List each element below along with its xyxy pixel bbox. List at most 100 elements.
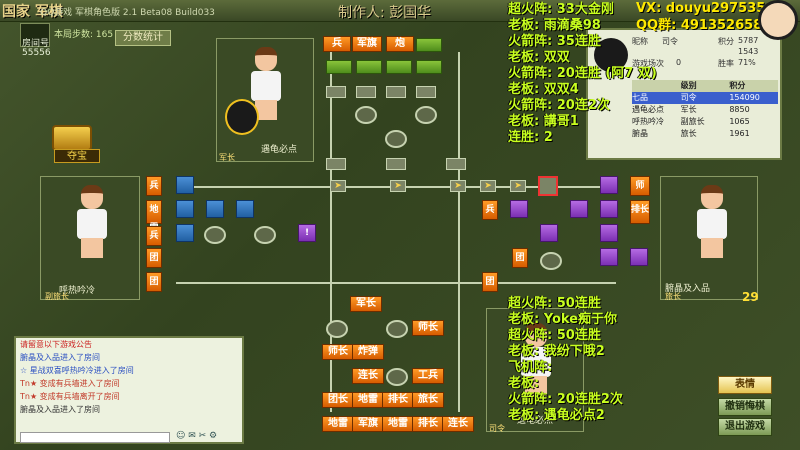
piece-bottom-3[interactable]: 师长 <box>322 344 354 360</box>
piece-bottom-12[interactable]: 军旗 <box>352 416 384 432</box>
piece-bottom-11[interactable]: 地雷 <box>322 416 354 432</box>
chat-input[interactable] <box>20 432 170 443</box>
piece-bottom-2[interactable]: 师长 <box>412 320 444 336</box>
game-window: 国家 军棋 QQ游戏 军棋角色版 2.1 Beta08 Build033 制作人… <box>0 0 800 450</box>
piece-bottom-9[interactable]: 排长 <box>382 392 414 408</box>
player-avatar-left <box>69 183 113 261</box>
undo-button[interactable]: 撤销悔棋 <box>718 398 772 416</box>
camp-left-2[interactable] <box>254 226 276 244</box>
camp-top-1[interactable] <box>355 106 377 124</box>
piece-left-7[interactable] <box>176 200 194 218</box>
piece-bottom-13[interactable]: 地雷 <box>382 416 414 432</box>
piece-top-3[interactable]: 炮 <box>386 36 414 52</box>
selected-cell[interactable] <box>538 176 558 196</box>
chat-panel: 请留意以下游戏公告 腑晶及入品进入了房间 ☆ 星战双喜呼热吟冷进入了房间 Tn★… <box>14 336 244 444</box>
camp-right-1[interactable] <box>540 252 562 270</box>
treasure-button[interactable]: 夺宝 <box>46 125 106 165</box>
chat-toolbar-icons[interactable]: ☺ ✉ ✂ ⚙ <box>176 431 217 441</box>
piece-left-1[interactable]: 兵 <box>146 176 162 196</box>
piece-left-10[interactable] <box>236 200 254 218</box>
chat-title: 请留意以下游戏公告 <box>20 340 92 349</box>
camp-top-3[interactable] <box>385 130 407 148</box>
treasure-chest-icon <box>52 125 92 151</box>
build-info: QQ游戏 军棋角色版 2.1 Beta08 Build033 <box>40 8 215 18</box>
chat-line: 腑晶及入品进入了房间 <box>20 405 100 414</box>
player-panel-right: 腑晶及入品 旅长 <box>660 176 758 301</box>
wechat-contact: VX: douyu297535 <box>636 1 766 16</box>
step-count: 本局步数: 165 <box>54 30 114 40</box>
emote-button[interactable]: 表情 <box>718 376 772 394</box>
rate-value: 71% <box>738 58 756 67</box>
piece-right-8[interactable] <box>510 200 528 218</box>
piece-right-3[interactable] <box>600 176 618 194</box>
station-top-14[interactable] <box>386 158 406 170</box>
piece-top-6[interactable] <box>356 60 382 74</box>
piece-bottom-8[interactable]: 地雷 <box>352 392 384 408</box>
piece-top-5[interactable] <box>326 60 352 74</box>
piece-right-9[interactable] <box>570 200 588 218</box>
piece-left-3[interactable]: 兵 <box>146 226 162 246</box>
piece-right-12[interactable]: 团 <box>512 248 528 268</box>
rail-arrow-1: ➤ <box>330 180 346 192</box>
piece-left-5[interactable]: 团 <box>146 272 162 292</box>
camp-left-1[interactable] <box>204 226 226 244</box>
player-avatar-right <box>689 183 733 261</box>
rail-arrow-3: ➤ <box>450 180 466 192</box>
chat-line: 腑晶及入品进入了房间 <box>20 353 100 362</box>
move-countdown: 29 <box>742 290 759 304</box>
camp-bottom-2[interactable] <box>326 320 348 338</box>
station-top-15[interactable] <box>446 158 466 170</box>
piece-top-4[interactable] <box>416 38 442 52</box>
player-rank-left: 副旅长 <box>45 292 69 301</box>
rail-h2 <box>176 282 616 284</box>
piece-right-5[interactable] <box>600 224 618 242</box>
piece-top-1[interactable]: 兵 <box>323 36 351 52</box>
chat-line: Tn★ 变成有兵墙离开了房间 <box>20 392 120 401</box>
points-value: 5787 <box>738 36 759 45</box>
overlay-bottom-list: 超火阵: 50连胜 老板: Yoke痴于你 超火阵: 50连胜 老板: 我纷下哦… <box>508 296 623 423</box>
room-number: 55556 <box>22 48 51 58</box>
station-top-9[interactable] <box>326 86 346 98</box>
treasure-label: 夺宝 <box>54 149 100 163</box>
piece-right-6[interactable] <box>600 248 618 266</box>
piece-right-7[interactable] <box>630 248 648 266</box>
exit-button[interactable]: 退出游戏 <box>718 418 772 436</box>
camp-bottom-3[interactable] <box>386 368 408 386</box>
station-top-10[interactable] <box>356 86 376 98</box>
piece-left-6[interactable] <box>176 176 194 194</box>
piece-right-4[interactable] <box>600 200 618 218</box>
piece-top-2[interactable]: 军旗 <box>352 36 382 52</box>
piece-bottom-1[interactable]: 军长 <box>350 296 382 312</box>
camp-top-2[interactable] <box>415 106 437 124</box>
piece-left-2[interactable]: 地雷 <box>146 200 162 233</box>
piece-bottom-15[interactable]: 连长 <box>442 416 474 432</box>
piece-right-1[interactable]: 师 <box>630 176 650 196</box>
qq-group-contact: QQ群: 491352658 <box>636 18 763 33</box>
piece-bottom-10[interactable]: 旅长 <box>412 392 444 408</box>
piece-right-10[interactable] <box>540 224 558 242</box>
piece-bottom-7[interactable]: 团长 <box>322 392 354 408</box>
piece-left-8[interactable] <box>176 224 194 242</box>
rail-arrow-2: ➤ <box>390 180 406 192</box>
camp-bottom-1[interactable] <box>386 320 408 338</box>
piece-bottom-4[interactable]: 炸弹 <box>352 344 384 360</box>
piece-top-7[interactable] <box>386 60 412 74</box>
piece-right-2[interactable]: 排长 <box>630 200 650 224</box>
piece-left-9[interactable] <box>206 200 224 218</box>
piece-right-11[interactable]: 兵 <box>482 200 498 220</box>
player-panel-left: 呼热吟冷 副旅长 <box>40 176 140 301</box>
station-top-11[interactable] <box>386 86 406 98</box>
piece-top-8[interactable] <box>416 60 442 74</box>
station-top-13[interactable] <box>326 158 346 170</box>
piece-bottom-14[interactable]: 排长 <box>412 416 444 432</box>
rate-label: 胜率 <box>718 59 734 68</box>
piece-right-13[interactable]: 团 <box>482 272 498 292</box>
piece-bottom-5[interactable]: 连长 <box>352 368 384 384</box>
piece-bottom-6[interactable]: 工兵 <box>412 368 444 384</box>
games-value: 0 <box>676 58 682 67</box>
rail-v2 <box>458 52 460 412</box>
id-value: 1543 <box>738 47 759 56</box>
piece-left-11[interactable]: ! <box>298 224 316 242</box>
piece-left-4[interactable]: 团 <box>146 248 162 268</box>
station-top-12[interactable] <box>416 86 436 98</box>
